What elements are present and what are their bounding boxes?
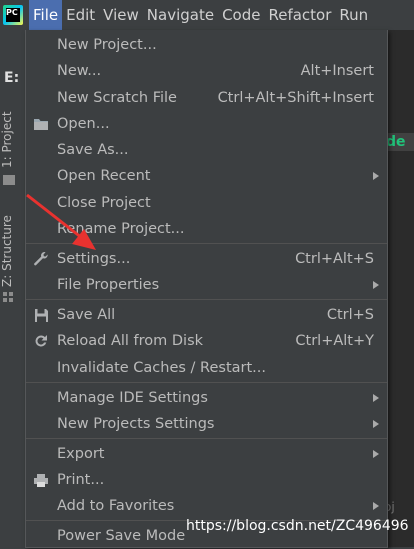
menu-separator: [26, 299, 387, 300]
menu-item-settings[interactable]: Settings... Ctrl+Alt+S: [26, 246, 387, 272]
menu-edit[interactable]: Edit: [62, 0, 99, 30]
menu-item-label: New...: [57, 63, 102, 79]
menu-item-add-to-favorites[interactable]: Add to Favorites: [26, 493, 387, 519]
main-menu-bar: PC File Edit View Navigate Code Refactor…: [0, 0, 414, 30]
menu-item-new-scratch-file[interactable]: New Scratch File Ctrl+Alt+Shift+Insert: [26, 85, 387, 111]
menu-item-save-all[interactable]: Save All Ctrl+S: [26, 302, 387, 328]
floppy-icon: [33, 307, 49, 323]
structure-tool-tab[interactable]: Z: Structure: [0, 215, 18, 287]
wrench-icon: [33, 251, 49, 267]
menu-item-label: New Project...: [57, 37, 157, 53]
submenu-arrow-icon: [373, 450, 379, 458]
menu-item-invalidate-caches[interactable]: Invalidate Caches / Restart...: [26, 355, 387, 381]
menu-item-file-properties[interactable]: File Properties: [26, 272, 387, 298]
left-tool-strip: E: 1: Project Z: Structure: [0, 30, 24, 547]
menu-item-label: Open Recent: [57, 168, 151, 184]
menu-item-label: Close Project: [57, 195, 151, 211]
folder-icon: [33, 116, 49, 132]
submenu-arrow-icon: [373, 281, 379, 289]
code-fragment: de: [386, 133, 414, 151]
folder-icon: [3, 175, 15, 185]
menu-item-label: File Properties: [57, 277, 160, 293]
menu-item-open-recent[interactable]: Open Recent: [26, 163, 387, 189]
watermark-text: https://blog.csdn.net/ZC496496: [186, 518, 409, 534]
menu-item-label: Invalidate Caches / Restart...: [57, 360, 266, 376]
menu-item-manage-ide-settings[interactable]: Manage IDE Settings: [26, 385, 387, 411]
menu-item-label: New Projects Settings: [57, 416, 215, 432]
printer-icon: [33, 472, 49, 488]
menu-separator: [26, 243, 387, 244]
menu-item-label: Open...: [57, 116, 110, 132]
project-tool-tab[interactable]: 1: Project: [0, 110, 18, 168]
menu-item-export[interactable]: Export: [26, 441, 387, 467]
file-menu-dropdown: New Project... New... Alt+Insert New Scr…: [25, 30, 388, 548]
menu-item-label: New Scratch File: [57, 90, 177, 106]
menu-item-save-as[interactable]: Save As...: [26, 137, 387, 163]
menu-item-label: Print...: [57, 472, 105, 488]
menu-item-shortcut: Ctrl+Alt+Shift+Insert: [217, 90, 374, 106]
menu-item-reload-all[interactable]: Reload All from Disk Ctrl+Alt+Y: [26, 328, 387, 354]
menu-item-label: Manage IDE Settings: [57, 390, 208, 406]
menu-item-shortcut: Alt+Insert: [300, 63, 374, 79]
menu-item-label: Save All: [57, 307, 116, 323]
menu-view[interactable]: View: [99, 0, 143, 30]
editor-area: [386, 30, 414, 547]
menu-item-label: Power Save Mode: [57, 528, 186, 544]
menu-item-new-project[interactable]: New Project...: [26, 32, 387, 58]
menu-item-new-projects-settings[interactable]: New Projects Settings: [26, 411, 387, 437]
menu-item-label: Rename Project...: [57, 221, 185, 237]
menu-file[interactable]: File: [29, 0, 63, 30]
menu-run[interactable]: Run: [335, 0, 372, 30]
menu-item-rename-project[interactable]: Rename Project...: [26, 216, 387, 242]
submenu-arrow-icon: [373, 172, 379, 180]
submenu-arrow-icon: [373, 394, 379, 402]
menu-item-new[interactable]: New... Alt+Insert: [26, 58, 387, 84]
menu-navigate[interactable]: Navigate: [143, 0, 218, 30]
editor-tab-label: E:: [4, 70, 20, 86]
menu-separator: [26, 438, 387, 439]
menu-item-shortcut: Ctrl+S: [326, 307, 374, 323]
menu-item-label: Add to Favorites: [57, 498, 175, 514]
menu-code[interactable]: Code: [218, 0, 264, 30]
structure-icon: [3, 292, 13, 302]
menu-item-shortcut: Ctrl+Alt+S: [295, 251, 374, 267]
submenu-arrow-icon: [373, 502, 379, 510]
menu-item-label: Settings...: [57, 251, 131, 267]
menu-item-open[interactable]: Open...: [26, 111, 387, 137]
menu-item-label: Export: [57, 446, 105, 462]
menu-item-label: Save As...: [57, 142, 129, 158]
menu-item-close-project[interactable]: Close Project: [26, 190, 387, 216]
menu-separator: [26, 382, 387, 383]
pycharm-app-icon: PC: [3, 5, 23, 25]
submenu-arrow-icon: [373, 420, 379, 428]
menu-refactor[interactable]: Refactor: [264, 0, 335, 30]
menu-item-shortcut: Ctrl+Alt+Y: [295, 333, 374, 349]
reload-icon: [33, 333, 49, 349]
menu-item-label: Reload All from Disk: [57, 333, 204, 349]
menu-item-print[interactable]: Print...: [26, 467, 387, 493]
